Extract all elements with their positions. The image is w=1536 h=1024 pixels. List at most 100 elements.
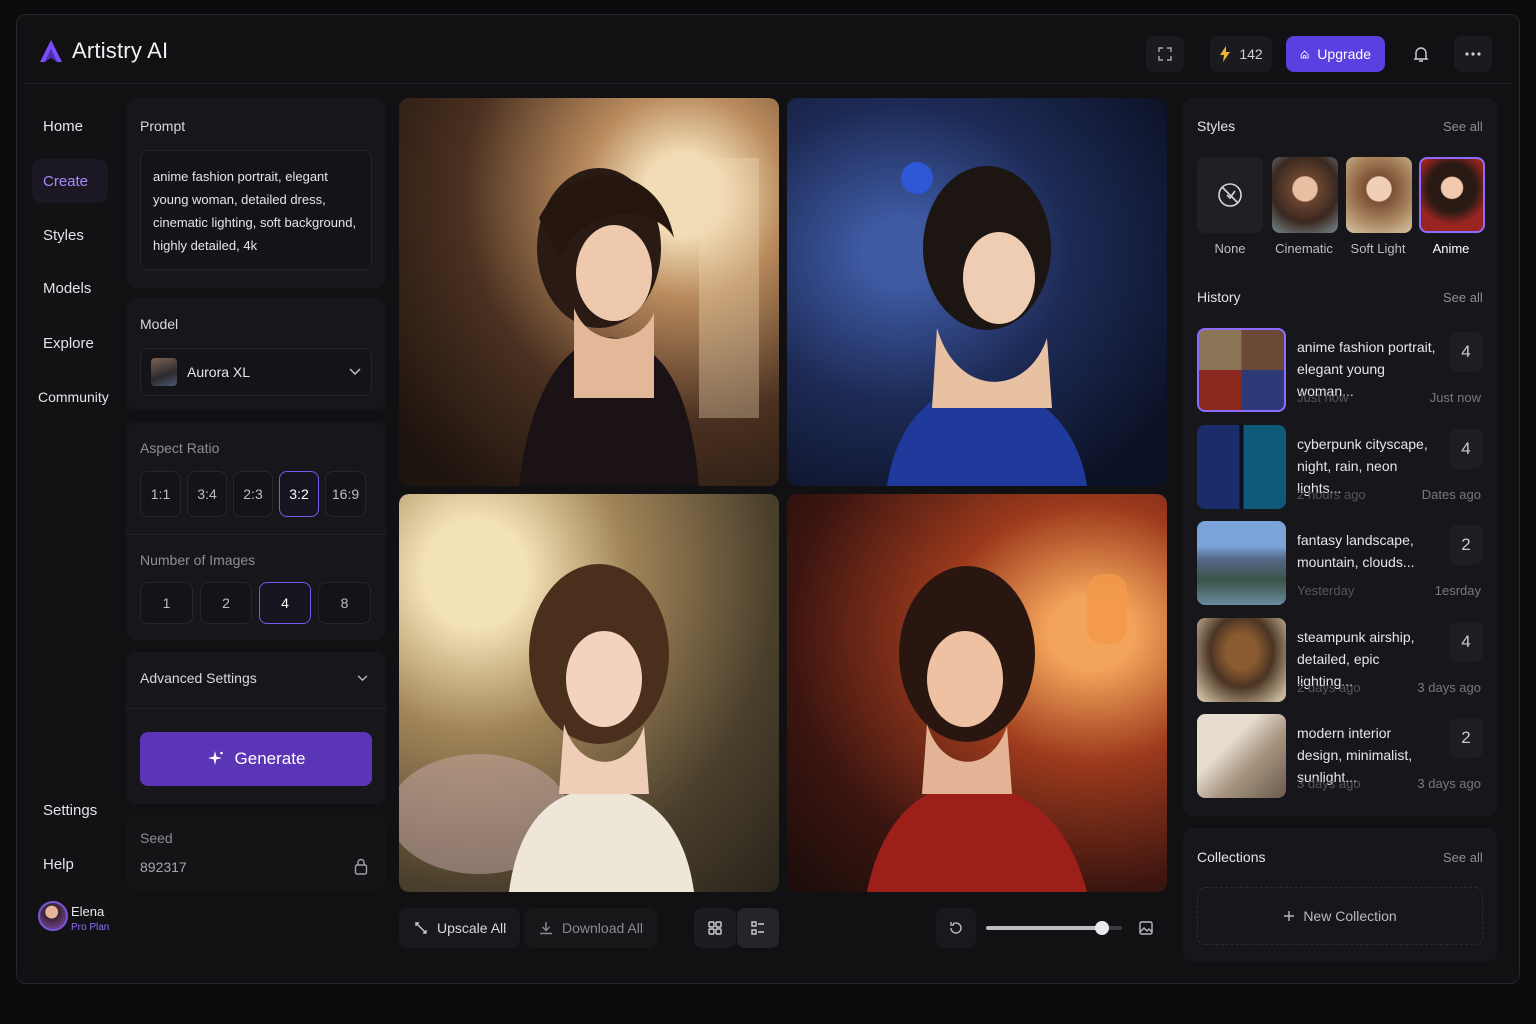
download-all-button[interactable]: Download All — [524, 908, 657, 948]
aspect-ratio-option-selected[interactable]: 3:2 — [279, 471, 319, 517]
generated-image-black-dress[interactable] — [399, 98, 779, 486]
portrait-illustration — [399, 564, 694, 892]
sidebar-item-label: Settings — [43, 801, 98, 819]
style-card-anime[interactable] — [1419, 157, 1485, 233]
lock-icon[interactable] — [354, 858, 368, 875]
seed-input[interactable]: 892317 — [140, 859, 187, 875]
style-card-none[interactable] — [1197, 157, 1263, 233]
sidebar-item-explore[interactable]: Explore — [32, 321, 108, 365]
logo-icon — [40, 40, 62, 62]
num-images-option-selected[interactable]: 4 — [259, 582, 311, 624]
output-settings-panel: Aspect Ratio 1:1 3:4 2:3 3:2 16:9 Number… — [126, 422, 386, 640]
styles-title: Styles — [1197, 118, 1236, 134]
chevron-down-icon — [357, 675, 368, 682]
history-item[interactable]: modern interior design, minimalist, sunl… — [1197, 714, 1483, 798]
portrait-illustration — [867, 566, 1127, 892]
lightning-icon — [1220, 46, 1231, 62]
history-item[interactable]: steampunk airship, detailed, epic lighti… — [1197, 618, 1483, 702]
style-label: None — [1214, 241, 1246, 256]
zoom-slider[interactable] — [986, 921, 1122, 935]
grid-icon — [708, 921, 722, 935]
credits-badge[interactable]: 142 — [1210, 36, 1272, 72]
sidebar-item-label: Styles — [43, 226, 84, 244]
model-select[interactable]: Aurora XL — [140, 348, 372, 396]
advanced-settings-toggle[interactable]: Advanced Settings — [126, 652, 386, 706]
more-button[interactable] — [1454, 36, 1492, 72]
generated-image-blue-dress[interactable] — [787, 98, 1167, 486]
none-style-icon — [1218, 183, 1242, 207]
user-plan: Pro Plan — [71, 922, 110, 933]
sidebar-item-community[interactable]: Community — [32, 375, 109, 419]
sidebar-item-styles[interactable]: Styles — [32, 213, 108, 257]
history-time: 2 hours ago — [1297, 487, 1366, 502]
style-label: Anime — [1432, 241, 1470, 256]
seed-label: Seed — [140, 830, 173, 846]
history-thumbnail — [1197, 521, 1286, 605]
credits-count: 142 — [1239, 46, 1263, 62]
upgrade-button[interactable]: Upgrade — [1286, 36, 1385, 72]
style-card-soft-light[interactable] — [1346, 157, 1412, 233]
num-images-option[interactable]: 2 — [200, 582, 252, 624]
sidebar-item-create[interactable]: Create — [32, 159, 108, 203]
aspect-ratio-option[interactable]: 3:4 — [187, 471, 227, 517]
sidebar-item-label: Community — [38, 389, 109, 405]
sidebar-item-models[interactable]: Models — [32, 266, 108, 310]
sidebar-item-help[interactable]: Help — [32, 842, 108, 886]
history-time: 2 days ago — [1297, 680, 1361, 695]
generate-button[interactable]: Generate — [140, 732, 372, 786]
num-images-label: Number of Images — [140, 552, 256, 568]
more-icon — [1465, 52, 1481, 56]
top-bar: Artistry AI 142 Upgrade — [24, 22, 1512, 84]
collections-see-all-link[interactable]: See all — [1443, 850, 1483, 865]
avatar[interactable] — [38, 901, 68, 931]
portrait-illustration — [519, 158, 759, 486]
reset-zoom-button[interactable] — [936, 908, 976, 948]
num-images-option[interactable]: 8 — [318, 582, 371, 624]
history-item[interactable]: cyberpunk cityscape, night, rain, neon l… — [1197, 425, 1483, 509]
sidebar-item-home[interactable]: Home — [32, 104, 108, 148]
upscale-icon — [415, 922, 427, 934]
sparkle-icon — [207, 751, 223, 765]
sidebar-item-label: Models — [43, 279, 92, 297]
notifications-button[interactable] — [1402, 36, 1440, 72]
user-name: Elena — [71, 904, 105, 919]
aspect-ratio-label: Aspect Ratio — [140, 440, 220, 456]
history-item[interactable]: anime fashion portrait, elegant young wo… — [1197, 328, 1483, 412]
num-images-option[interactable]: 1 — [140, 582, 193, 624]
seed-panel: Seed 892317 — [126, 816, 386, 890]
generated-image-white-dress[interactable] — [399, 494, 779, 892]
prompt-input[interactable]: anime fashion portrait, elegant young wo… — [140, 150, 372, 270]
grid-view-button[interactable] — [694, 908, 736, 948]
prompt-label: Prompt — [140, 118, 186, 134]
generated-image-red-dress[interactable] — [787, 494, 1167, 892]
history-time: 3 days ago — [1297, 776, 1361, 791]
model-selected: Aurora XL — [187, 364, 251, 380]
collections-title: Collections — [1197, 849, 1266, 865]
prompt-panel: Prompt anime fashion portrait, elegant y… — [126, 98, 386, 288]
fullscreen-button[interactable] — [1146, 36, 1184, 72]
image-size-button[interactable] — [1126, 908, 1166, 948]
styles-see-all-link[interactable]: See all — [1443, 119, 1483, 134]
new-collection-button[interactable]: New Collection — [1197, 887, 1483, 945]
aspect-ratio-option[interactable]: 1:1 — [140, 471, 181, 517]
advanced-settings-label: Advanced Settings — [140, 670, 257, 686]
history-item[interactable]: fantasy landscape, mountain, clouds... 2… — [1197, 521, 1483, 605]
plus-icon — [1284, 911, 1295, 921]
sidebar-item-settings[interactable]: Settings — [32, 788, 108, 832]
zoom-slider-handle[interactable] — [1094, 921, 1109, 935]
model-panel: Model Aurora XL — [126, 298, 386, 410]
history-count: 2 — [1449, 525, 1483, 565]
history-title: History — [1197, 289, 1241, 305]
history-thumbnail — [1197, 714, 1286, 798]
app-logo[interactable]: Artistry AI — [38, 38, 168, 64]
upgrade-icon — [1300, 49, 1309, 58]
history-see-all-link[interactable]: See all — [1443, 290, 1483, 305]
style-card-cinematic[interactable] — [1272, 157, 1338, 233]
aspect-ratio-option[interactable]: 16:9 — [325, 471, 366, 517]
list-view-button[interactable] — [737, 908, 779, 948]
model-thumbnail — [151, 358, 177, 386]
history-count: 4 — [1449, 429, 1483, 469]
aspect-ratio-option[interactable]: 2:3 — [233, 471, 273, 517]
generate-label: Generate — [234, 749, 306, 768]
upscale-all-button[interactable]: Upscale All — [399, 908, 521, 948]
